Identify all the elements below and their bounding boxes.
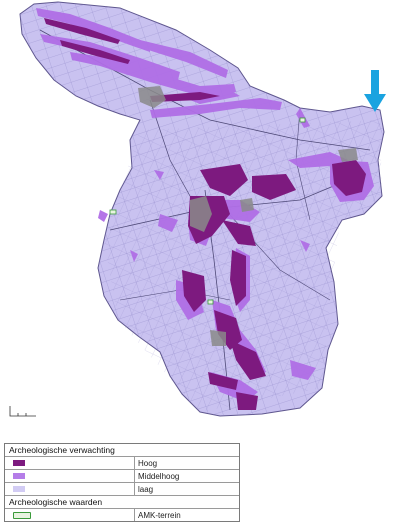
map-panel[interactable] [0, 0, 402, 425]
legend-label: AMK-terrein [138, 510, 181, 520]
legend-label: Hoog [138, 458, 158, 468]
legend-item-laag: laag [5, 482, 239, 495]
legend-item-hoog: Hoog [5, 456, 239, 469]
swatch-high [13, 460, 25, 466]
swatch-middle [13, 473, 25, 479]
expectation-map[interactable] [0, 0, 402, 425]
arrow-down-icon [364, 70, 386, 112]
swatch-low [13, 486, 25, 492]
legend-label: Middelhoog [138, 471, 180, 481]
scale-bar [9, 406, 36, 417]
legend-section-title: Archeologische waarden [9, 497, 103, 507]
legend-section-title: Archeologische verwachting [9, 445, 115, 455]
swatch-amk [13, 511, 31, 519]
legend-label: laag [138, 484, 154, 494]
legend-item-middelhoog: Middelhoog [5, 469, 239, 482]
legend-item-amk: AMK-terrein [5, 508, 239, 521]
legend: Archeologische verwachting Hoog Middelho… [4, 443, 240, 522]
